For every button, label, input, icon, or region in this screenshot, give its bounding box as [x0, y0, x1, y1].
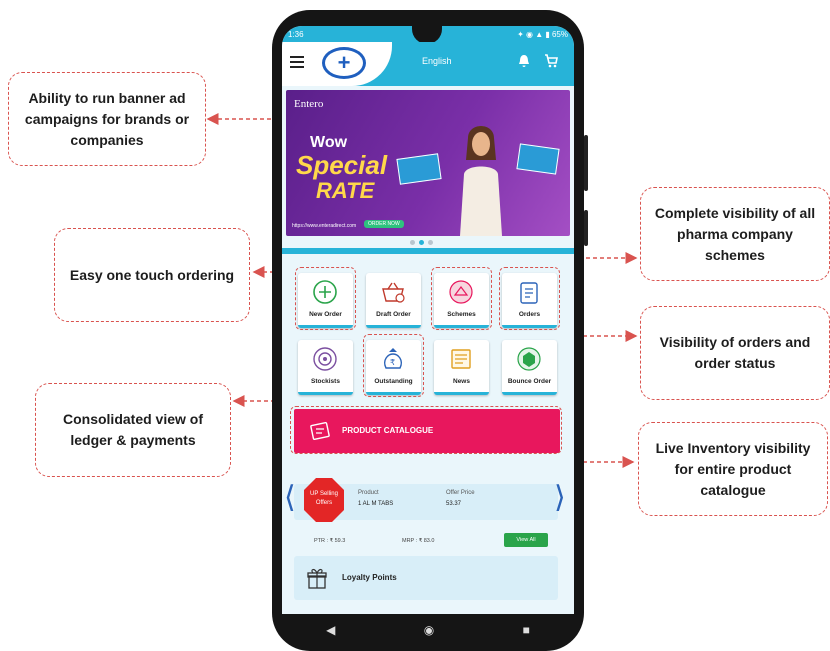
menu-icon[interactable]: [290, 56, 304, 71]
highlight-new-order: [295, 267, 356, 330]
bounce-icon: [517, 347, 541, 371]
upsell-badge: UP Selling Offers: [310, 491, 338, 506]
callout-scheme-visibility: Complete visibility of all pharma compan…: [640, 187, 830, 281]
loyalty-label: Loyalty Points: [342, 573, 397, 582]
callout-ledger-payments: Consolidated view of ledger & payments: [35, 383, 231, 477]
status-time: 1:36: [288, 29, 304, 39]
mrp-value: MRP : ₹ 83.0: [402, 538, 435, 544]
target-icon: [313, 347, 337, 371]
highlight-banner: [286, 84, 572, 234]
offer-price-value: 53.37: [446, 501, 462, 507]
loyalty-points-card[interactable]: Loyalty Points: [294, 556, 558, 600]
upsell-offer-card[interactable]: UP Selling Offers Product 1 AL M TABS Of…: [294, 478, 558, 522]
gift-icon: [307, 568, 327, 589]
product-label: Product: [358, 490, 379, 496]
cart-icon[interactable]: [544, 54, 558, 71]
recents-icon[interactable]: ■: [523, 623, 530, 637]
chevron-right-icon[interactable]: ⟩: [554, 480, 566, 515]
callout-live-inventory: Live Inventory visibility for entire pro…: [638, 422, 828, 516]
nav-bar: ◀ ◉ ■: [282, 614, 574, 646]
tile-draft-order[interactable]: Draft Order: [366, 273, 421, 328]
callout-order-status: Visibility of orders and order status: [640, 306, 830, 400]
highlight-catalogue: [290, 406, 562, 454]
carousel-dots[interactable]: [410, 240, 433, 245]
callout-one-touch-ordering: Easy one touch ordering: [54, 228, 250, 322]
highlight-schemes: [431, 267, 492, 330]
highlight-outstanding: [363, 334, 424, 397]
news-icon: [451, 349, 471, 369]
tile-news[interactable]: News: [434, 340, 489, 395]
tile-label: Draft Order: [376, 311, 411, 318]
home-icon[interactable]: ◉: [424, 623, 434, 637]
highlight-orders: [499, 267, 560, 330]
tile-stockists[interactable]: Stockists: [298, 340, 353, 395]
view-all-button[interactable]: View All: [504, 533, 548, 547]
back-icon[interactable]: ◀: [326, 623, 335, 637]
accent-strip: [282, 248, 574, 254]
language-selector[interactable]: English: [422, 56, 452, 66]
tile-label: Stockists: [311, 378, 340, 385]
phone-frame: 1:36 ✦ ◉ ▲ ▮ 65% + English Entero Wow Sp…: [272, 10, 588, 651]
tile-bounce-order[interactable]: Bounce Order: [502, 340, 557, 395]
logo-area: +: [282, 42, 392, 86]
app-bar: + English: [282, 42, 574, 86]
product-value: 1 AL M TABS: [358, 501, 394, 507]
tile-label: News: [453, 378, 470, 385]
basket-icon: [382, 282, 405, 303]
offer-price-label: Offer Price: [446, 490, 475, 496]
callout-banner-campaigns: Ability to run banner ad campaigns for b…: [8, 72, 206, 166]
ptr-value: PTR : ₹ 59.3: [314, 538, 346, 544]
status-icons: ✦ ◉ ▲ ▮ 65%: [517, 29, 568, 39]
tile-label: Bounce Order: [507, 378, 552, 385]
bell-icon[interactable]: [518, 54, 530, 71]
app-logo: +: [322, 47, 366, 79]
